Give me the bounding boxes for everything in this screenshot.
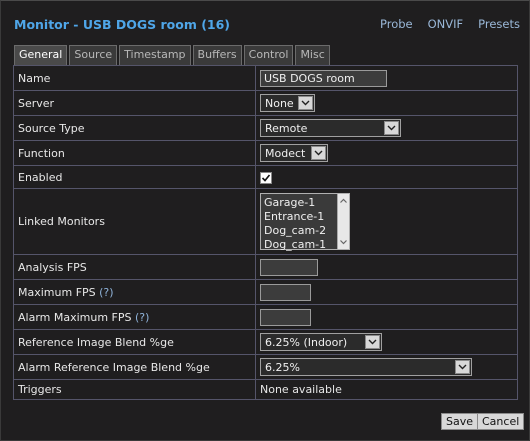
checkmark-icon: [261, 173, 271, 182]
row-alarm-maximum-fps: Alarm Maximum FPS (?): [13, 304, 518, 330]
row-linked-monitors: Linked Monitors Garage-1 Entrance-1 Dog_…: [13, 188, 518, 255]
source-type-label: Source Type: [13, 115, 256, 141]
probe-link[interactable]: Probe: [380, 17, 413, 31]
alarm-reference-blend-label: Alarm Reference Image Blend %ge: [13, 354, 256, 380]
reference-blend-select-value: 6.25% (Indoor): [265, 335, 348, 349]
row-alarm-reference-blend: Alarm Reference Image Blend %ge 6.25%: [13, 354, 518, 380]
presets-link[interactable]: Presets: [478, 17, 520, 31]
row-source-type: Source Type Remote: [13, 115, 518, 141]
source-type-cell: Remote: [255, 115, 518, 141]
linked-monitors-cell: Garage-1 Entrance-1 Dog_cam-2 Dog_cam-1: [255, 188, 518, 255]
function-cell: Modect: [255, 140, 518, 166]
server-label: Server: [13, 90, 256, 116]
analysis-fps-label: Analysis FPS: [13, 254, 256, 280]
enabled-checkbox[interactable]: [260, 171, 272, 184]
linked-monitors-label: Linked Monitors: [13, 188, 256, 255]
maximum-fps-input[interactable]: [260, 283, 311, 301]
monitor-header: Monitor - USB DOGS room (16) Probe ONVIF…: [14, 17, 520, 33]
analysis-fps-input[interactable]: [260, 258, 318, 276]
server-select-value: None: [265, 96, 294, 110]
enabled-label: Enabled: [13, 165, 256, 189]
tab-control[interactable]: Control: [243, 45, 294, 65]
function-label: Function: [13, 140, 256, 166]
source-type-select-value: Remote: [265, 121, 308, 135]
maximum-fps-label-cell: Maximum FPS (?): [13, 279, 256, 305]
row-enabled: Enabled: [13, 165, 518, 189]
triggers-label: Triggers: [13, 379, 256, 400]
header-links: Probe ONVIF Presets: [380, 17, 520, 31]
row-maximum-fps: Maximum FPS (?): [13, 279, 518, 305]
enabled-cell: [255, 165, 518, 189]
chevron-down-icon: [311, 146, 326, 160]
scroll-down-icon[interactable]: [338, 237, 349, 247]
list-item[interactable]: Garage-1: [264, 196, 326, 210]
linked-monitors-options: Garage-1 Entrance-1 Dog_cam-2 Dog_cam-1: [264, 196, 326, 252]
alarm-maximum-fps-cell: [255, 304, 518, 330]
row-analysis-fps: Analysis FPS: [13, 254, 518, 280]
alarm-maximum-fps-help-link[interactable]: (?): [135, 311, 149, 324]
triggers-value: None available: [255, 379, 518, 400]
chevron-down-icon: [365, 335, 380, 349]
general-settings-table: Name USB DOGS room Server None Source Ty…: [13, 65, 518, 400]
alarm-maximum-fps-label: Alarm Maximum FPS: [18, 310, 132, 324]
chevron-down-icon: [298, 96, 313, 110]
source-type-select[interactable]: Remote: [260, 119, 401, 137]
tab-bar: General Source Timestamp Buffers Control…: [14, 45, 330, 66]
list-item[interactable]: Dog_cam-1: [264, 238, 326, 252]
list-item[interactable]: Dog_cam-2: [264, 224, 326, 238]
reference-blend-label: Reference Image Blend %ge: [13, 329, 256, 355]
alarm-maximum-fps-input[interactable]: [260, 308, 311, 326]
reference-blend-select[interactable]: 6.25% (Indoor): [260, 333, 382, 351]
reference-blend-cell: 6.25% (Indoor): [255, 329, 518, 355]
scroll-up-icon[interactable]: [338, 196, 349, 206]
save-button[interactable]: Save: [441, 413, 479, 430]
list-item[interactable]: Entrance-1: [264, 210, 326, 224]
alarm-reference-blend-select[interactable]: 6.25%: [260, 358, 472, 376]
tab-timestamp[interactable]: Timestamp: [119, 45, 191, 65]
cancel-button[interactable]: Cancel: [477, 413, 525, 430]
server-cell: None: [255, 90, 518, 116]
maximum-fps-label: Maximum FPS: [18, 285, 96, 299]
row-name: Name USB DOGS room: [13, 65, 518, 91]
onvif-link[interactable]: ONVIF: [428, 17, 464, 31]
alarm-reference-blend-cell: 6.25%: [255, 354, 518, 380]
function-select[interactable]: Modect: [260, 144, 328, 162]
row-triggers: Triggers None available: [13, 379, 518, 400]
listbox-scrollbar[interactable]: [337, 194, 349, 249]
alarm-reference-blend-select-value: 6.25%: [265, 360, 300, 374]
row-function: Function Modect: [13, 140, 518, 166]
server-select[interactable]: None: [260, 94, 315, 112]
name-cell: USB DOGS room: [255, 65, 518, 91]
alarm-maximum-fps-label-cell: Alarm Maximum FPS (?): [13, 304, 256, 330]
analysis-fps-cell: [255, 254, 518, 280]
tab-source[interactable]: Source: [69, 45, 118, 65]
row-reference-blend: Reference Image Blend %ge 6.25% (Indoor): [13, 329, 518, 355]
tab-buffers[interactable]: Buffers: [192, 45, 242, 65]
maximum-fps-cell: [255, 279, 518, 305]
maximum-fps-help-link[interactable]: (?): [99, 286, 113, 299]
linked-monitors-listbox[interactable]: Garage-1 Entrance-1 Dog_cam-2 Dog_cam-1: [260, 193, 350, 252]
name-input[interactable]: USB DOGS room: [260, 69, 387, 87]
page-title: Monitor - USB DOGS room (16): [14, 17, 231, 32]
tab-general[interactable]: General: [14, 45, 68, 66]
tab-misc[interactable]: Misc: [295, 45, 330, 65]
function-select-value: Modect: [265, 146, 306, 160]
row-server: Server None: [13, 90, 518, 116]
chevron-down-icon: [384, 121, 399, 135]
name-label: Name: [13, 65, 256, 91]
chevron-down-icon: [455, 360, 470, 374]
